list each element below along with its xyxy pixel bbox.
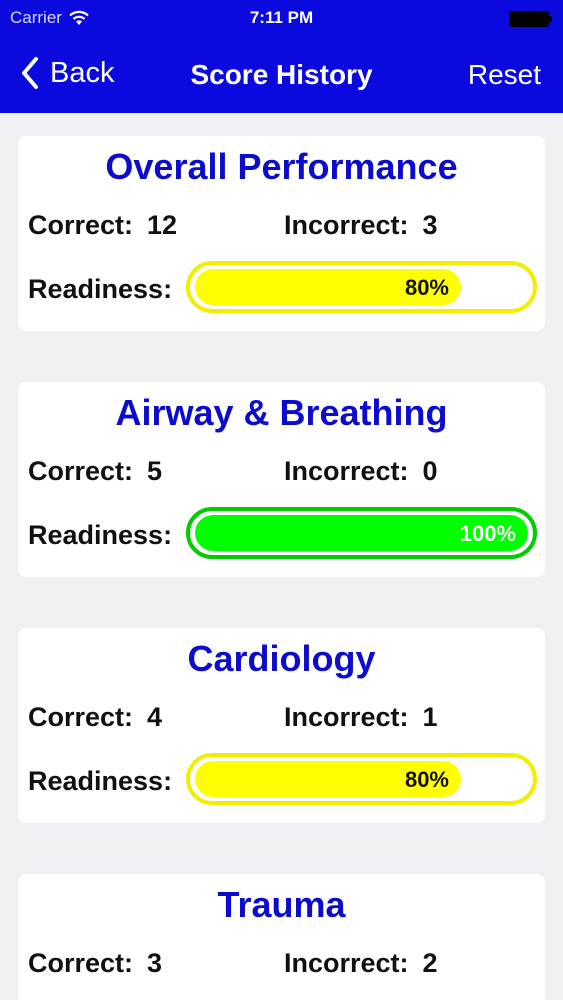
reset-button[interactable]: Reset xyxy=(468,59,541,91)
score-card-trauma: Trauma Correct: 3 Incorrect: 2 xyxy=(18,874,545,1000)
readiness-progress-fill: 80% xyxy=(195,761,461,797)
battery-icon xyxy=(509,11,553,27)
readiness-progress-bar: 80% xyxy=(186,261,537,313)
card-title: Airway & Breathing xyxy=(115,392,448,433)
readiness-label: Readiness: xyxy=(28,766,173,796)
status-bar: Carrier 7:11 PM xyxy=(0,0,563,40)
readiness-percent: 80% xyxy=(404,767,449,792)
readiness-progress-fill: 80% xyxy=(195,269,461,305)
correct-count: Correct: 5 xyxy=(28,456,163,486)
correct-count: Correct: 3 xyxy=(28,948,163,978)
readiness-progress-fill: 100% xyxy=(195,515,528,551)
readiness-progress-bar: 80% xyxy=(186,753,537,805)
incorrect-count: Incorrect: 2 xyxy=(284,948,438,978)
status-time: 7:11 PM xyxy=(249,8,314,27)
incorrect-count: Incorrect: 3 xyxy=(284,210,438,240)
card-title: Cardiology xyxy=(187,638,376,679)
card-title: Trauma xyxy=(217,884,346,925)
navigation-bar: Back Score History Reset xyxy=(0,40,563,113)
readiness-percent: 80% xyxy=(404,275,449,300)
card-title: Overall Performance xyxy=(105,146,458,187)
readiness-label: Readiness: xyxy=(28,520,173,550)
score-card-overall-performance: Overall Performance Correct: 12 Incorrect… xyxy=(18,136,545,331)
score-card-airway-breathing: Airway & Breathing Correct: 5 Incorrect: 0… xyxy=(18,382,545,577)
readiness-progress-bar: 100% xyxy=(186,507,537,559)
back-button[interactable]: Back xyxy=(20,56,114,90)
correct-count: Correct: 12 xyxy=(28,210,178,240)
score-card-cardiology: Cardiology Correct: 4 Incorrect: 1 Readine… xyxy=(18,628,545,823)
readiness-percent: 100% xyxy=(459,521,516,546)
header: Carrier 7:11 PM Back Score History Reset xyxy=(0,0,563,113)
incorrect-count: Incorrect: 0 xyxy=(284,456,438,486)
readiness-label: Readiness: xyxy=(28,274,173,304)
correct-count: Correct: 4 xyxy=(28,702,163,732)
back-label: Back xyxy=(50,56,115,89)
incorrect-count: Incorrect: 1 xyxy=(284,702,438,732)
chevron-left-icon xyxy=(22,57,38,89)
